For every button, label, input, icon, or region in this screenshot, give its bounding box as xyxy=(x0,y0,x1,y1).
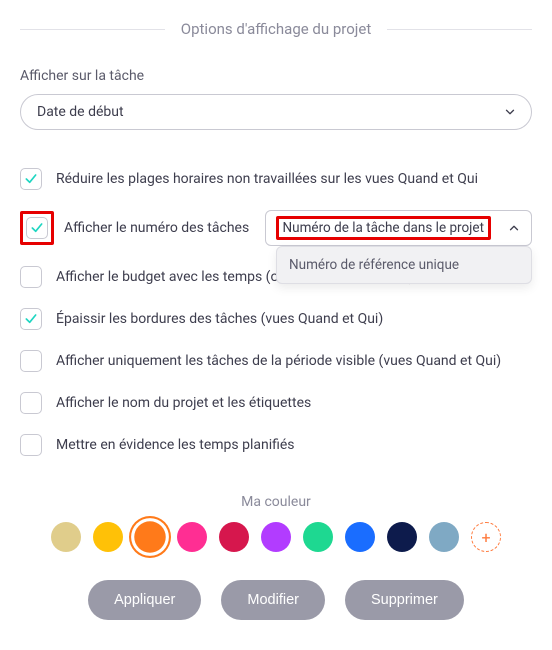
color-swatch[interactable] xyxy=(345,522,375,552)
dropdown-option[interactable]: Numéro de référence unique xyxy=(289,255,519,275)
option-reduce-hours[interactable]: Réduire les plages horaires non travaill… xyxy=(20,158,532,200)
color-section-title: Ma couleur xyxy=(20,494,532,510)
option-label: Afficher le nom du projet et les étiquet… xyxy=(56,395,311,411)
checkbox[interactable] xyxy=(20,266,42,288)
task-number-mode-select[interactable]: Numéro de la tâche dans le projet xyxy=(265,210,532,246)
task-number-mode-dropdown: Numéro de référence unique xyxy=(276,246,532,284)
option-show-task-number[interactable]: Afficher le numéro des tâches Numéro de … xyxy=(20,200,532,256)
option-label: Épaissir les bordures des tâches (vues Q… xyxy=(56,311,383,327)
color-swatch[interactable] xyxy=(261,522,291,552)
color-swatch[interactable] xyxy=(303,522,333,552)
checkbox[interactable] xyxy=(20,392,42,414)
apply-button[interactable]: Appliquer xyxy=(88,580,201,620)
display-on-task-label: Afficher sur la tâche xyxy=(20,68,532,84)
color-swatches: + xyxy=(20,522,532,552)
color-swatch[interactable] xyxy=(387,522,417,552)
color-swatch[interactable] xyxy=(134,521,166,553)
chevron-up-icon xyxy=(507,221,521,235)
highlight-marker xyxy=(20,211,54,245)
options-list: Réduire les plages horaires non travaill… xyxy=(20,158,532,466)
color-swatch[interactable] xyxy=(177,522,207,552)
checkbox[interactable] xyxy=(20,434,42,456)
checkbox[interactable] xyxy=(20,350,42,372)
color-swatch[interactable] xyxy=(93,522,123,552)
option-thicken-borders[interactable]: Épaissir les bordures des tâches (vues Q… xyxy=(20,298,532,340)
option-label: Afficher uniquement les tâches de la pér… xyxy=(56,353,501,369)
option-highlight-planned[interactable]: Mettre en évidence les temps planifiés xyxy=(20,424,532,466)
display-on-task-select[interactable]: Date de début xyxy=(20,94,532,130)
color-swatch[interactable] xyxy=(219,522,249,552)
dialog-title-row: Options d'affichage du projet xyxy=(20,20,532,38)
add-color-button[interactable]: + xyxy=(471,522,501,552)
option-label: Afficher le numéro des tâches xyxy=(64,220,249,236)
delete-button[interactable]: Supprimer xyxy=(345,580,464,620)
dialog-title: Options d'affichage du projet xyxy=(181,20,371,38)
display-on-task-value: Date de début xyxy=(37,104,124,120)
highlight-marker: Numéro de la tâche dans le projet xyxy=(276,216,491,240)
task-number-mode-value: Numéro de la tâche dans le projet xyxy=(283,220,484,236)
checkbox[interactable] xyxy=(26,217,48,239)
option-visible-only[interactable]: Afficher uniquement les tâches de la pér… xyxy=(20,340,532,382)
chevron-down-icon xyxy=(503,105,517,119)
color-swatch[interactable] xyxy=(429,522,459,552)
color-swatch[interactable] xyxy=(51,522,81,552)
modify-button[interactable]: Modifier xyxy=(221,580,325,620)
option-label: Réduire les plages horaires non travaill… xyxy=(56,171,478,187)
checkbox[interactable] xyxy=(20,308,42,330)
option-label: Mettre en évidence les temps planifiés xyxy=(56,437,295,453)
checkbox[interactable] xyxy=(20,168,42,190)
option-show-project-name[interactable]: Afficher le nom du projet et les étiquet… xyxy=(20,382,532,424)
